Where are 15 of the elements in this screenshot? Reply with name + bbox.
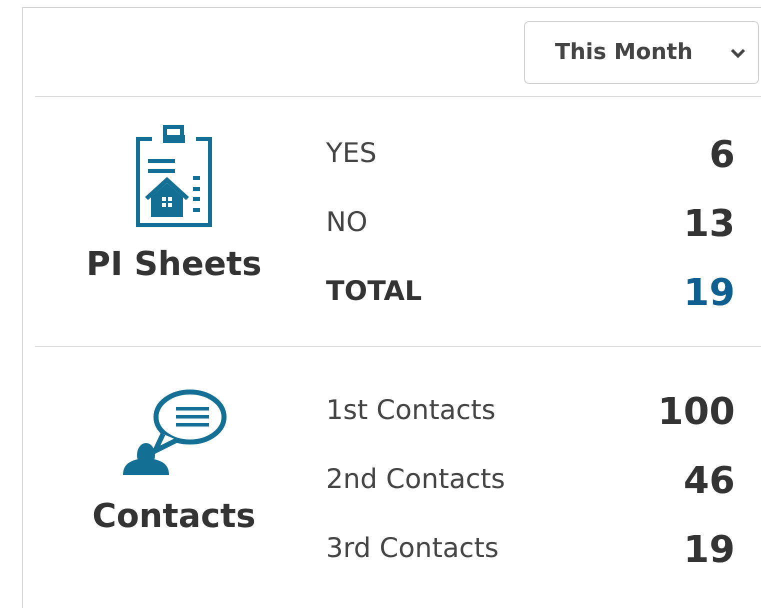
stat-value: 19 — [684, 270, 735, 316]
stat-value: 46 — [684, 458, 735, 504]
stat-label: 3rd Contacts — [326, 532, 499, 566]
stat-label: 1st Contacts — [326, 394, 496, 428]
stat-value: 13 — [684, 200, 735, 247]
section-title: PI Sheets — [86, 247, 262, 280]
stat-value: 100 — [658, 388, 735, 435]
period-select[interactable]: This Month — [524, 21, 759, 84]
stat-label: TOTAL — [326, 275, 422, 310]
stat-label: YES — [326, 137, 377, 172]
stat-label: NO — [326, 206, 368, 240]
stat-value: 19 — [684, 526, 735, 573]
stat-value: 6 — [709, 132, 735, 178]
section-title: Contacts — [92, 499, 256, 532]
stat-label: 2nd Contacts — [326, 463, 506, 498]
